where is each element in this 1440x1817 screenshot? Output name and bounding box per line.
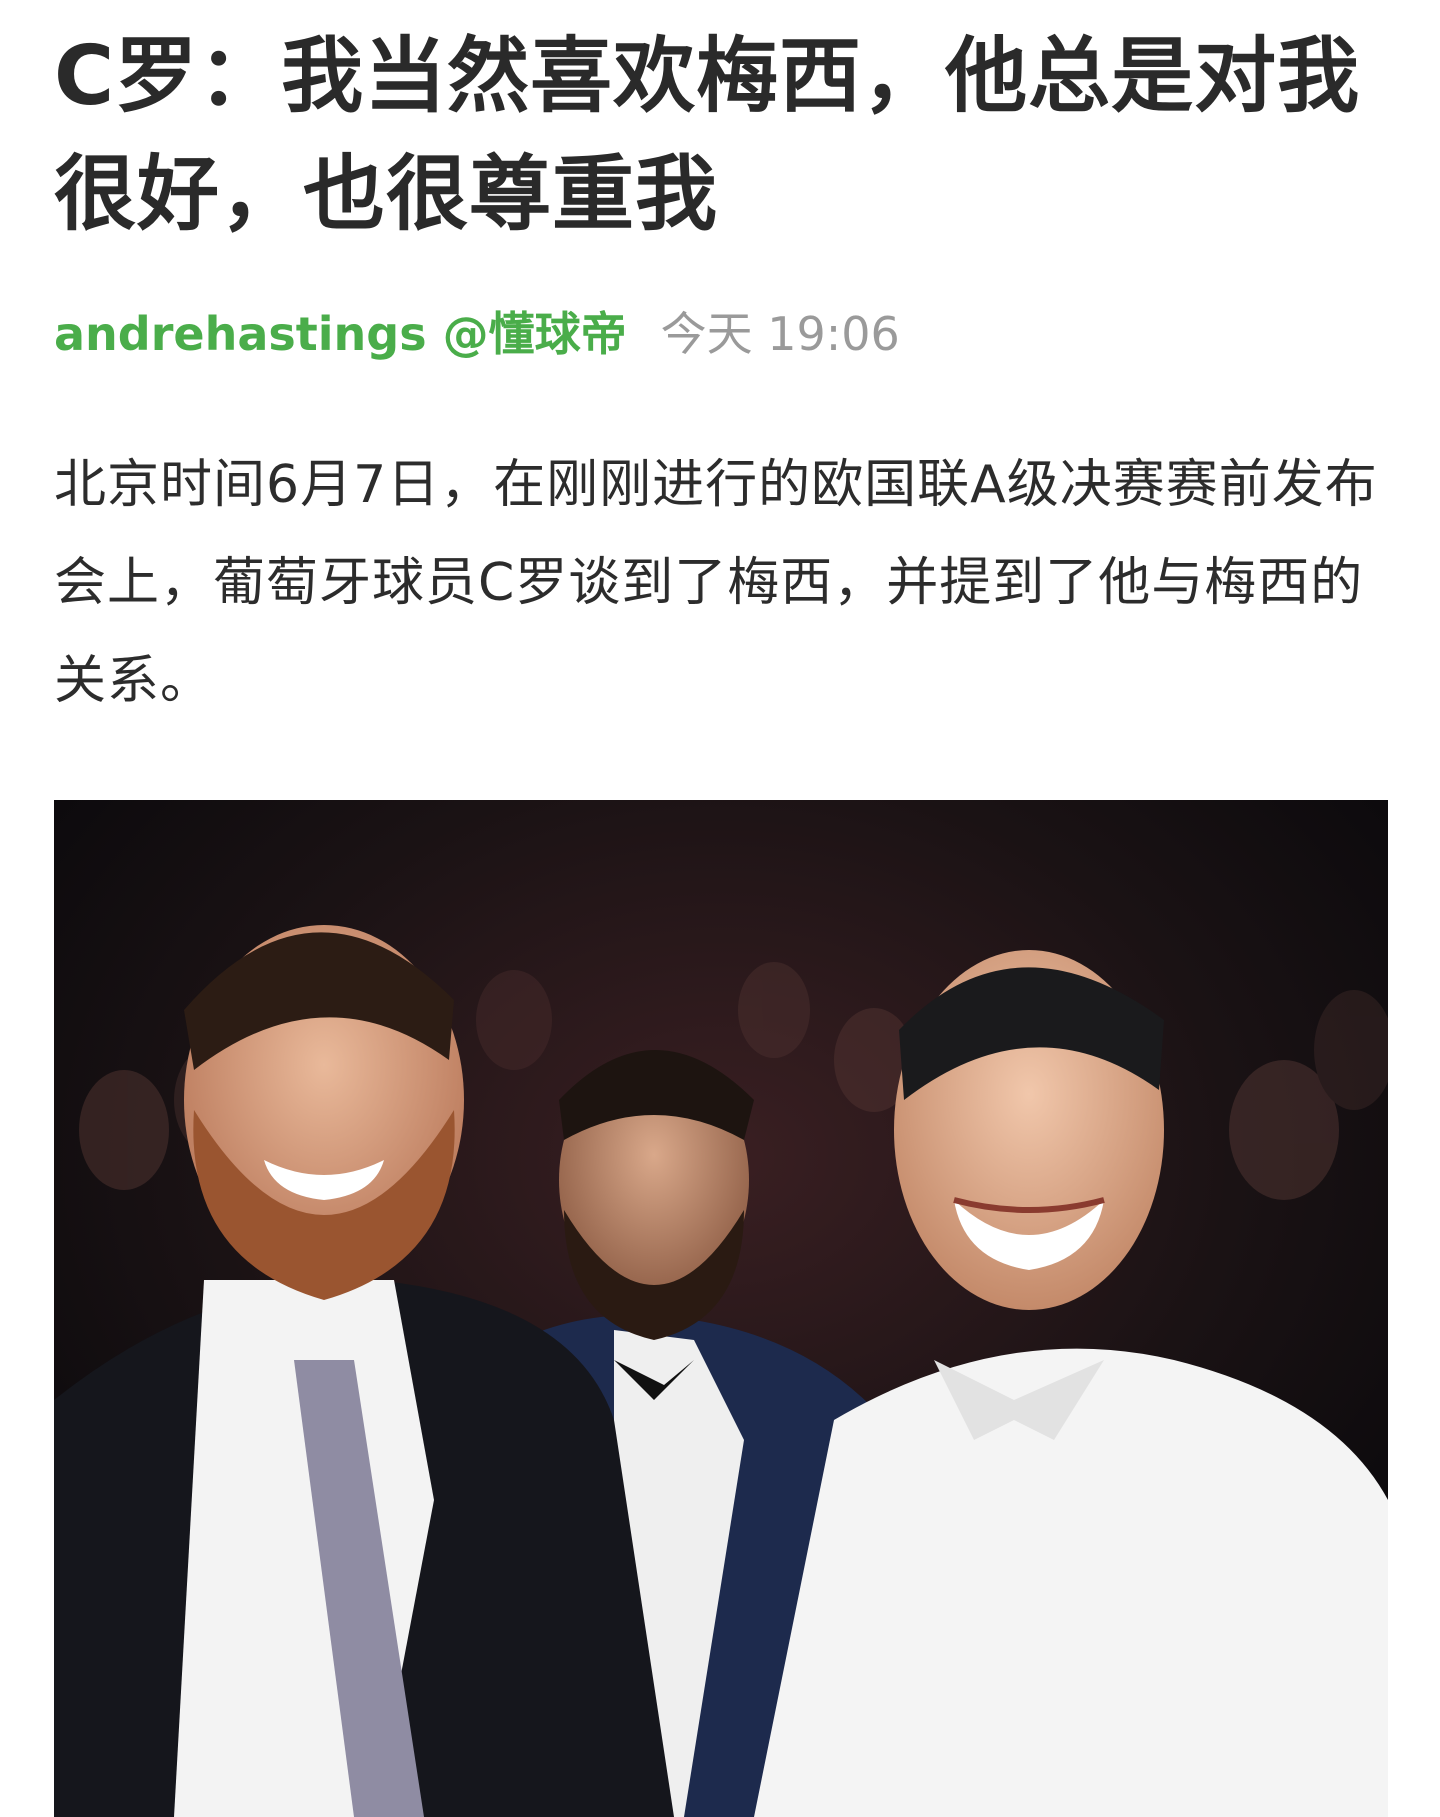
publish-time: 今天 19:06 [660, 307, 900, 361]
photo-illustration [54, 800, 1388, 1817]
article-meta: andrehastings @懂球帝 今天 19:06 [54, 302, 1388, 366]
article-photo[interactable] [54, 800, 1388, 1817]
article-header: C罗：我当然喜欢梅西，他总是对我很好，也很尊重我 andrehastings @… [54, 0, 1388, 730]
article-lead-paragraph: 北京时间6月7日，在刚刚进行的欧国联A级决赛赛前发布会上，葡萄牙球员C罗谈到了梅… [54, 455, 1378, 711]
author-link[interactable]: andrehastings @懂球帝 [54, 302, 627, 366]
article-title: C罗：我当然喜欢梅西，他总是对我很好，也很尊重我 [54, 29, 1361, 242]
